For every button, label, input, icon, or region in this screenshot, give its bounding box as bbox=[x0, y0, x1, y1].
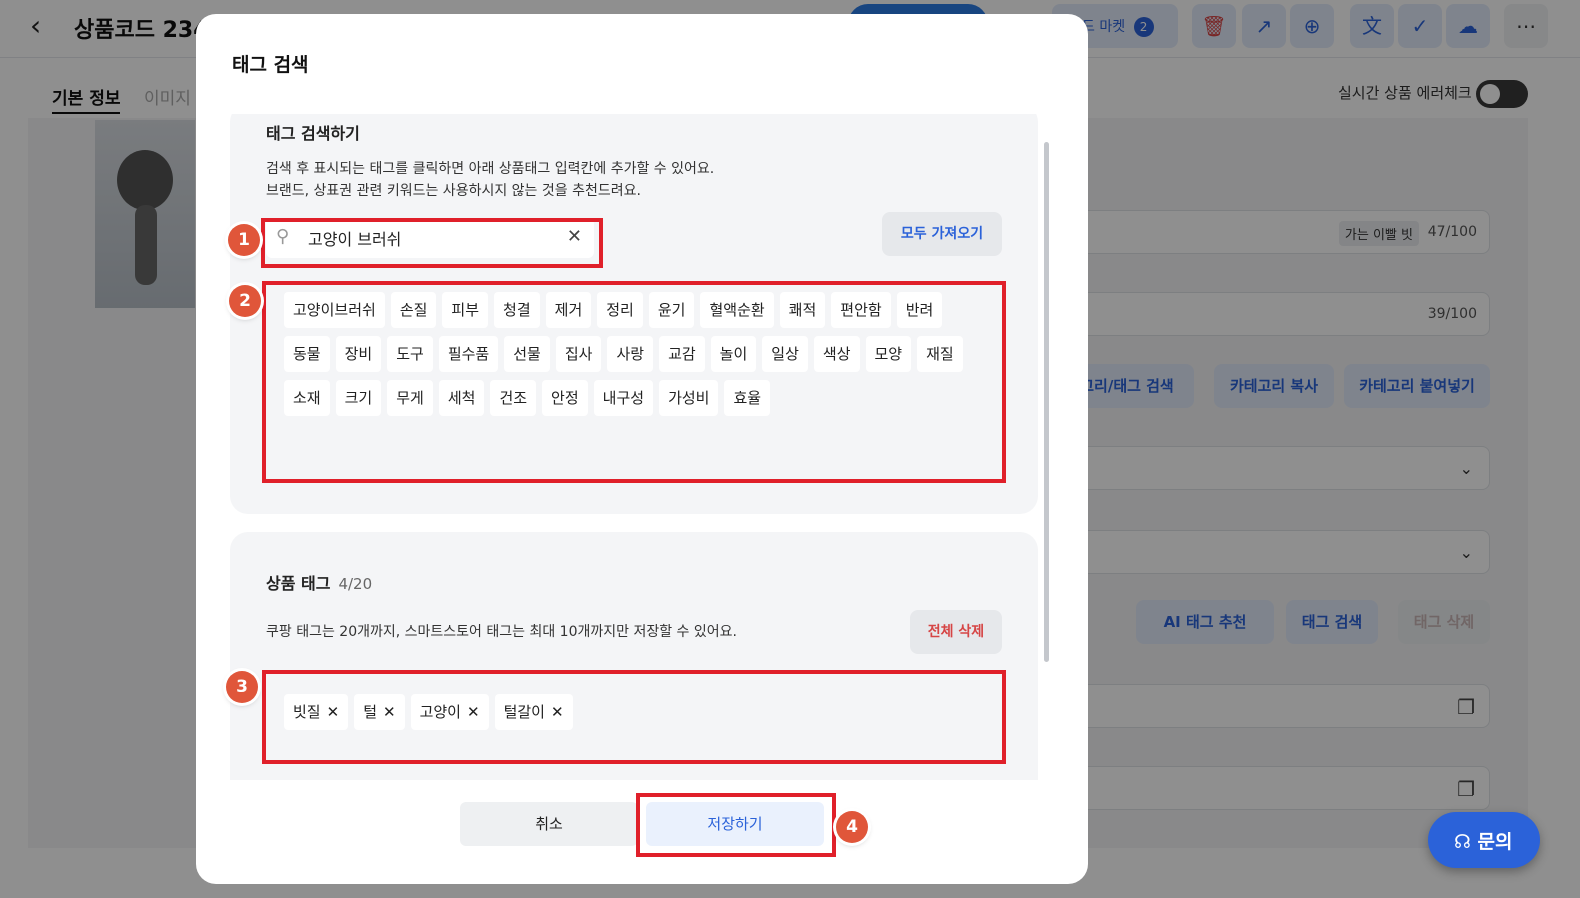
tag-search-panel: 태그 검색하기 검색 후 표시되는 태그를 클릭하면 아래 상품태그 입력칸에 … bbox=[230, 114, 1038, 514]
suggested-tag-chip[interactable]: 사랑 bbox=[607, 336, 654, 372]
step-marker-4: 4 bbox=[836, 811, 868, 843]
product-tag-label: 빗질 bbox=[293, 703, 321, 721]
product-tags-list: 빗질 ✕ 털 ✕ 고양이 ✕ 털갈이 ✕ bbox=[266, 682, 1002, 730]
product-tags-heading: 상품 태그 4/20 bbox=[266, 570, 372, 594]
suggested-tag-chip[interactable]: 반려 bbox=[896, 292, 943, 328]
suggested-tag-chip[interactable]: 가성비 bbox=[659, 380, 719, 416]
suggested-tag-chip[interactable]: 선물 bbox=[504, 336, 550, 372]
suggested-tag-chip[interactable]: 필수품 bbox=[438, 336, 499, 372]
suggested-tag-chip[interactable]: 교감 bbox=[659, 336, 705, 372]
suggested-tag-chip[interactable]: 쾌적 bbox=[779, 292, 826, 328]
suggested-tag-chip[interactable]: 내구성 bbox=[593, 380, 654, 416]
step-marker-1: 1 bbox=[228, 224, 260, 256]
product-tag-label: 고양이 bbox=[419, 703, 461, 721]
delete-all-button[interactable]: 전체 삭제 bbox=[910, 610, 1002, 654]
suggested-tag-chip[interactable]: 윤기 bbox=[648, 292, 695, 328]
remove-tag-icon[interactable]: ✕ bbox=[467, 703, 480, 721]
modal-scroll-area[interactable]: 태그 검색하기 검색 후 표시되는 태그를 클릭하면 아래 상품태그 입력칸에 … bbox=[230, 114, 1038, 780]
product-tag-label: 털 bbox=[363, 703, 377, 721]
headset-icon: ☊ bbox=[1454, 831, 1471, 853]
suggested-tags-box: 고양이브러쉬 손질 피부 청결 제거 정리 윤기 혈액순환 쾌적 편안함 반려동물 장비 도구 필수품 선물… bbox=[266, 280, 1002, 470]
product-tags-panel: 상품 태그 4/20 쿠팡 태그는 20개까지, 스마트스토어 태그는 최대 10… bbox=[230, 532, 1038, 780]
inquiry-label: 문의 bbox=[1477, 831, 1513, 853]
inquiry-button[interactable]: ☊ 문의 bbox=[1428, 812, 1540, 868]
suggested-tag-chip[interactable]: 청결 bbox=[494, 292, 540, 328]
suggested-tag-chip[interactable]: 동물 bbox=[284, 336, 330, 372]
suggested-tag-chip[interactable]: 고양이브러쉬 bbox=[284, 292, 385, 328]
suggested-tags-list: 고양이브러쉬 손질 피부 청결 제거 정리 윤기 혈액순환 쾌적 편안함 반려동물 장비 도구 필수품 선물… bbox=[266, 280, 1002, 416]
suggested-tag-chip[interactable]: 건조 bbox=[490, 380, 537, 416]
tag-search-desc-1: 검색 후 표시되는 태그를 클릭하면 아래 상품태그 입력칸에 추가할 수 있어… bbox=[266, 161, 715, 177]
suggested-tag-chip[interactable]: 색상 bbox=[813, 336, 860, 372]
tag-search-desc-2: 브랜드, 상표권 관련 키워드는 사용하시지 않는 것을 추천드려요. bbox=[266, 183, 641, 199]
product-tag-chip: 털갈이 ✕ bbox=[494, 694, 573, 730]
suggested-tag-chip[interactable]: 장비 bbox=[335, 336, 382, 372]
suggested-tag-chip[interactable]: 무게 bbox=[387, 380, 433, 416]
suggested-tag-chip[interactable]: 일상 bbox=[762, 336, 808, 372]
suggested-tag-chip[interactable]: 안정 bbox=[542, 380, 588, 416]
product-tags-box: 빗질 ✕ 털 ✕ 고양이 ✕ 털갈이 ✕ bbox=[266, 682, 1002, 770]
remove-tag-icon[interactable]: ✕ bbox=[551, 703, 564, 721]
product-tags-title: 상품 태그 bbox=[266, 574, 331, 593]
suggested-tag-chip[interactable]: 손질 bbox=[390, 292, 437, 328]
close-icon[interactable]: ✕ bbox=[567, 226, 582, 247]
suggested-tag-chip[interactable]: 세척 bbox=[438, 380, 485, 416]
suggested-tag-chip[interactable]: 편안함 bbox=[831, 292, 891, 328]
fetch-all-button[interactable]: 모두 가져오기 bbox=[882, 212, 1002, 256]
remove-tag-icon[interactable]: ✕ bbox=[327, 703, 340, 721]
tag-search-modal: 태그 검색 태그 검색하기 검색 후 표시되는 태그를 클릭하면 아래 상품태그… bbox=[196, 14, 1088, 884]
step-marker-3: 3 bbox=[226, 671, 258, 703]
suggested-tag-chip[interactable]: 소재 bbox=[284, 380, 330, 416]
save-button[interactable]: 저장하기 bbox=[646, 802, 824, 846]
product-tag-label: 털갈이 bbox=[503, 703, 545, 721]
tag-search-heading: 태그 검색하기 bbox=[266, 124, 360, 143]
suggested-tag-chip[interactable]: 크기 bbox=[335, 380, 382, 416]
product-tag-chip: 고양이 ✕ bbox=[410, 694, 489, 730]
product-tag-chip: 빗질 ✕ bbox=[284, 694, 349, 730]
tag-search-box: ⚲ ✕ bbox=[266, 218, 594, 258]
product-tag-chip: 털 ✕ bbox=[354, 694, 405, 730]
modal-title: 태그 검색 bbox=[232, 54, 309, 76]
suggested-tag-chip[interactable]: 집사 bbox=[555, 336, 602, 372]
suggested-tag-chip[interactable]: 놀이 bbox=[710, 336, 757, 372]
search-icon: ⚲ bbox=[276, 226, 290, 247]
tag-search-input[interactable] bbox=[308, 218, 558, 258]
suggested-tag-chip[interactable]: 모양 bbox=[865, 336, 912, 372]
suggested-tag-chip[interactable]: 도구 bbox=[387, 336, 433, 372]
suggested-tag-chip[interactable]: 효율 bbox=[724, 380, 771, 416]
suggested-tag-chip[interactable]: 정리 bbox=[597, 292, 643, 328]
suggested-tag-chip[interactable]: 재질 bbox=[917, 336, 963, 372]
suggested-tag-chip[interactable]: 혈액순환 bbox=[700, 292, 774, 328]
suggested-tag-chip[interactable]: 피부 bbox=[442, 292, 489, 328]
product-tags-count: 4/20 bbox=[338, 575, 373, 593]
product-tags-desc: 쿠팡 태그는 20개까지, 스마트스토어 태그는 최대 10개까지만 저장할 수… bbox=[266, 624, 737, 640]
cancel-button[interactable]: 취소 bbox=[460, 802, 638, 846]
remove-tag-icon[interactable]: ✕ bbox=[383, 703, 396, 721]
suggested-tag-chip[interactable]: 제거 bbox=[545, 292, 592, 328]
modal-scrollbar[interactable] bbox=[1044, 142, 1049, 662]
step-marker-2: 2 bbox=[229, 285, 261, 317]
